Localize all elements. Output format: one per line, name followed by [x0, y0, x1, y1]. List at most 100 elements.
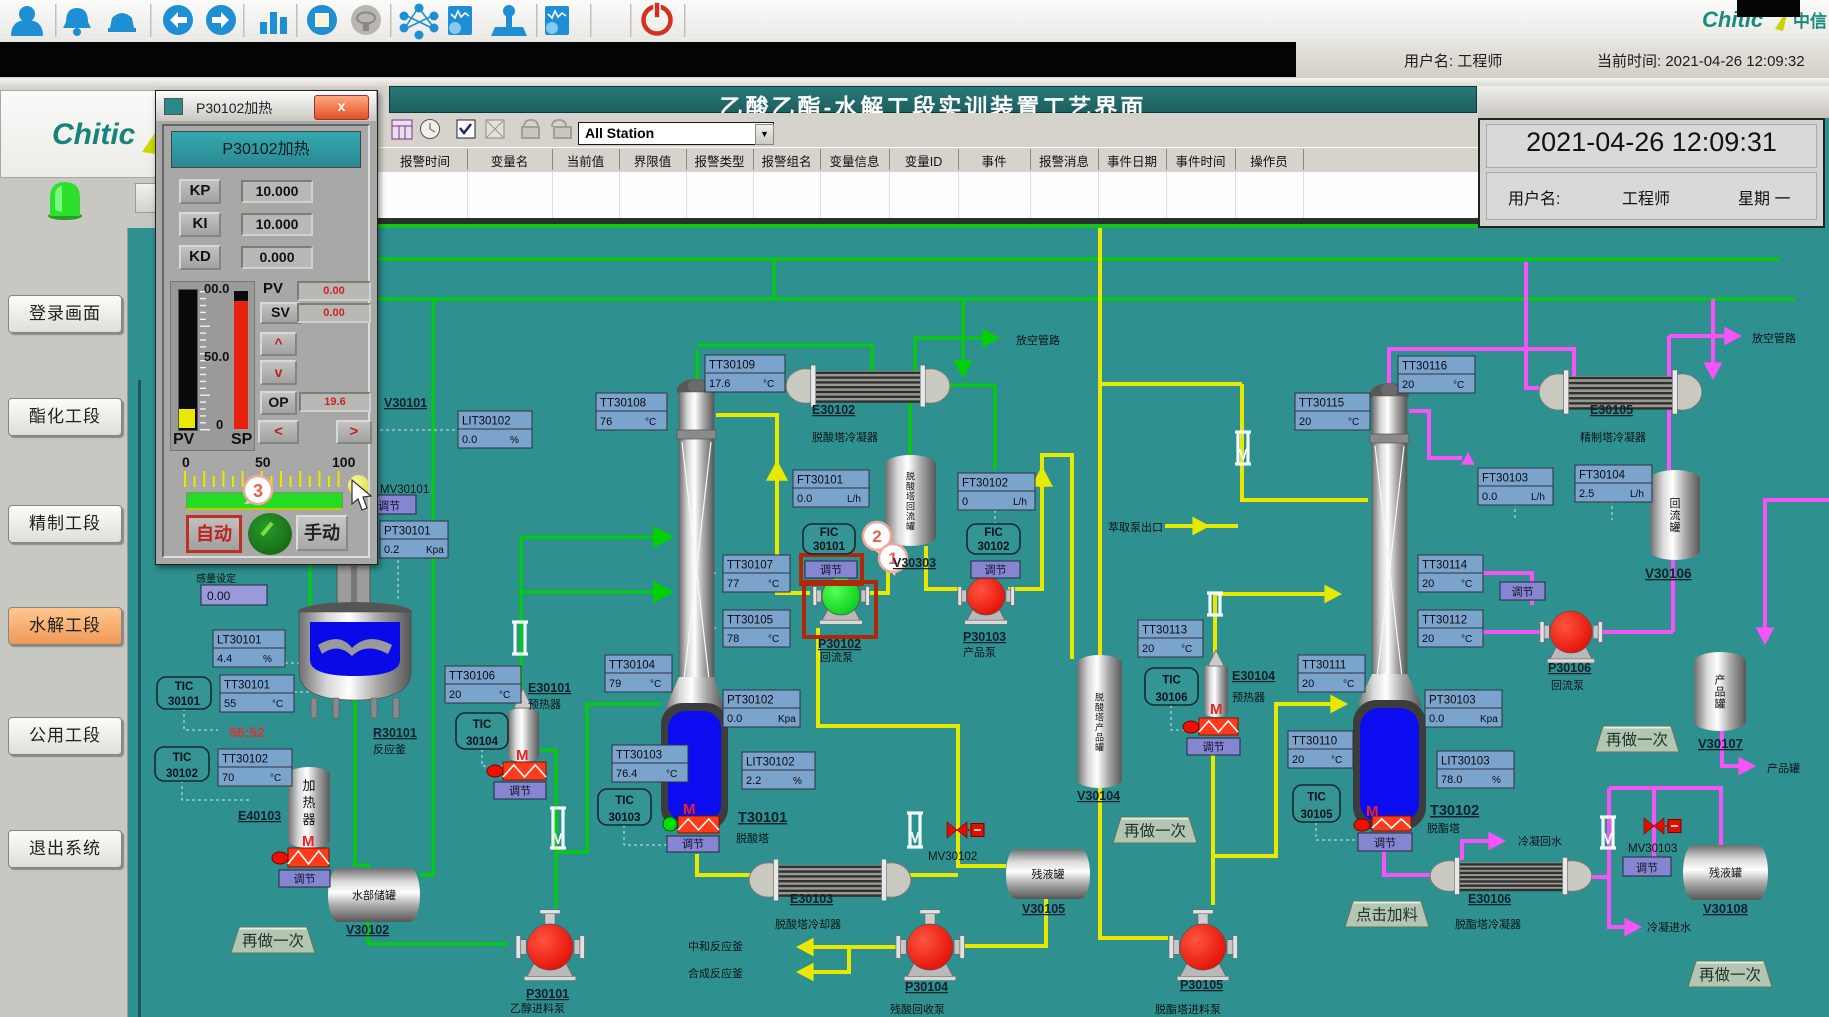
svg-text:L/h: L/h	[1531, 492, 1545, 503]
svg-text:脱酯塔冷凝器: 脱酯塔冷凝器	[1455, 917, 1521, 931]
svg-text:70: 70	[222, 772, 234, 784]
svg-text:20: 20	[1422, 633, 1434, 645]
svg-text:TT30104: TT30104	[609, 660, 656, 672]
svg-text:°C: °C	[1453, 380, 1464, 391]
svg-text:加: 加	[302, 778, 315, 793]
svg-text:M: M	[1210, 701, 1223, 718]
svg-text:M: M	[551, 831, 564, 848]
svg-text:脱酸塔冷凝器: 脱酸塔冷凝器	[812, 430, 878, 444]
svg-text:放空管路: 放空管路	[1752, 331, 1796, 345]
svg-text:V30303: V30303	[893, 556, 936, 570]
svg-text:回: 回	[906, 502, 915, 512]
svg-text:FT30101: FT30101	[797, 475, 843, 487]
svg-text:TT30115: TT30115	[1299, 398, 1344, 410]
svg-text:脱酯塔: 脱酯塔	[1427, 821, 1460, 835]
svg-text:30103: 30103	[609, 812, 641, 824]
svg-text:冷凝进水: 冷凝进水	[1647, 920, 1691, 934]
svg-text:M: M	[1601, 831, 1614, 848]
svg-text:产品泵: 产品泵	[963, 645, 996, 659]
svg-text:回流泵: 回流泵	[820, 650, 853, 664]
svg-text:30102: 30102	[166, 768, 198, 780]
svg-text:55: 55	[224, 698, 236, 710]
svg-text:MV30102: MV30102	[928, 851, 977, 863]
svg-text:76: 76	[600, 416, 612, 428]
svg-text:°C: °C	[1181, 644, 1192, 655]
svg-text:MV30101: MV30101	[380, 484, 429, 496]
svg-text:30105: 30105	[1301, 809, 1334, 821]
svg-text:预热器: 预热器	[528, 698, 561, 711]
svg-text:水部储罐: 水部储罐	[352, 888, 396, 902]
svg-text:E30105: E30105	[1590, 403, 1633, 417]
svg-text:V30107: V30107	[1698, 736, 1743, 751]
svg-text:残液罐: 残液罐	[1709, 866, 1742, 880]
svg-text:罐: 罐	[906, 521, 915, 532]
svg-text:合成反应釜: 合成反应釜	[688, 966, 743, 980]
svg-text:%: %	[793, 776, 802, 787]
svg-text:P30104: P30104	[905, 980, 948, 994]
svg-text:20: 20	[1299, 416, 1311, 428]
svg-text:M: M	[1236, 447, 1249, 464]
svg-text:T30102: T30102	[1430, 803, 1479, 819]
svg-text:产品罐: 产品罐	[1767, 761, 1800, 775]
svg-text:T30101: T30101	[738, 810, 787, 826]
svg-text:0: 0	[962, 496, 968, 508]
svg-text:脱酸塔: 脱酸塔	[736, 831, 769, 845]
svg-text:TT30105: TT30105	[727, 615, 773, 627]
svg-text:V30106: V30106	[1645, 566, 1692, 581]
svg-text:L/h: L/h	[847, 494, 861, 505]
svg-text:°C: °C	[1348, 417, 1359, 428]
svg-text:TIC: TIC	[615, 795, 634, 807]
svg-text:0.0: 0.0	[1429, 713, 1444, 725]
svg-text:M: M	[1366, 803, 1379, 820]
svg-text:调节: 调节	[294, 873, 316, 886]
svg-text:°C: °C	[1461, 634, 1472, 645]
svg-text:LT30101: LT30101	[217, 635, 262, 647]
svg-text:76.4: 76.4	[616, 768, 637, 780]
svg-text:L/h: L/h	[1013, 497, 1027, 508]
svg-text:P30102: P30102	[818, 637, 861, 651]
svg-text:0.2: 0.2	[384, 544, 399, 556]
svg-text:TT30110: TT30110	[1292, 736, 1337, 748]
svg-text:°C: °C	[768, 634, 779, 645]
svg-text:调节: 调节	[1512, 586, 1534, 599]
svg-text:残液罐: 残液罐	[1032, 867, 1065, 881]
svg-text:调节: 调节	[1636, 862, 1658, 875]
svg-text:30104: 30104	[466, 736, 499, 748]
svg-text:P30101: P30101	[526, 987, 569, 1001]
svg-text:调节: 调节	[682, 838, 704, 851]
svg-text:再做一次: 再做一次	[1606, 731, 1668, 749]
svg-text:TIC: TIC	[473, 719, 492, 731]
svg-text:再做一次: 再做一次	[1699, 966, 1761, 984]
svg-text:30106: 30106	[1156, 692, 1188, 704]
svg-text:%: %	[510, 435, 519, 446]
svg-text:P30103: P30103	[963, 630, 1006, 644]
svg-text:热: 热	[302, 795, 315, 810]
svg-text:PT30102: PT30102	[727, 695, 774, 707]
svg-text:°C: °C	[499, 690, 510, 701]
svg-text:TIC: TIC	[1162, 675, 1181, 687]
svg-text:R30101: R30101	[373, 726, 417, 740]
svg-text:V30104: V30104	[1077, 789, 1120, 803]
svg-text:°C: °C	[1331, 755, 1342, 766]
svg-text:萃取泵出口: 萃取泵出口	[1108, 520, 1163, 534]
svg-text:流: 流	[906, 511, 915, 522]
svg-text:30101: 30101	[168, 696, 201, 708]
svg-text:TT30106: TT30106	[449, 671, 495, 683]
svg-text:LIT30102: LIT30102	[462, 416, 511, 428]
svg-text:V30105: V30105	[1022, 902, 1065, 916]
svg-text:0.0: 0.0	[797, 493, 812, 505]
svg-text:产: 产	[1715, 673, 1726, 687]
svg-text:产: 产	[1095, 722, 1104, 733]
svg-text:TT30109: TT30109	[709, 360, 755, 372]
svg-text:20: 20	[1302, 678, 1314, 690]
svg-text:反应釜: 反应釜	[373, 742, 406, 756]
svg-text:品: 品	[1095, 733, 1104, 743]
svg-text:°C: °C	[272, 699, 283, 710]
svg-text:E40103: E40103	[238, 809, 281, 823]
svg-text:20: 20	[1142, 643, 1154, 655]
svg-text:30102: 30102	[978, 541, 1010, 553]
svg-text:预热器: 预热器	[1232, 691, 1265, 704]
svg-text:TT30112: TT30112	[1422, 615, 1467, 627]
svg-text:脱: 脱	[906, 471, 915, 482]
svg-text:残酸回收泵: 残酸回收泵	[890, 1002, 945, 1016]
